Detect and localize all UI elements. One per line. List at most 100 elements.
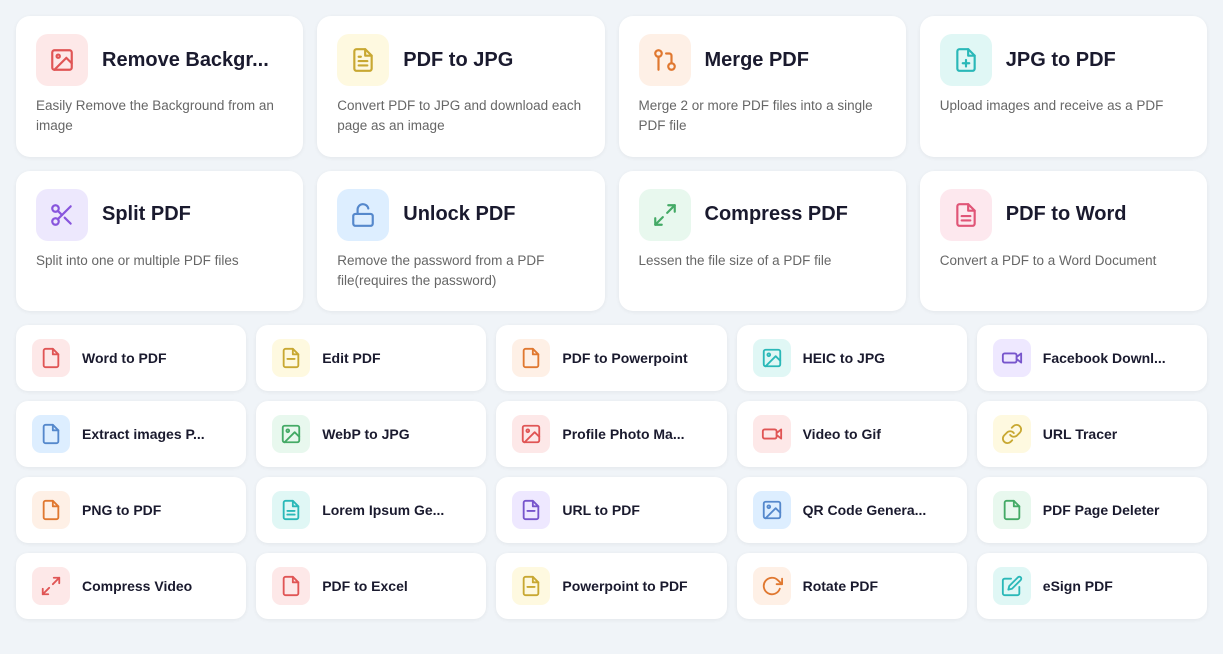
card-desc: Remove the password from a PDF file(requ… bbox=[337, 251, 584, 292]
profile-photo-ma-icon bbox=[512, 415, 550, 453]
card-header: Compress PDF bbox=[639, 189, 886, 241]
extract-images-icon bbox=[32, 415, 70, 453]
card-header: PDF to Word bbox=[940, 189, 1187, 241]
card-word-to-pdf[interactable]: Word to PDF bbox=[16, 325, 246, 391]
card-heic-to-jpg[interactable]: HEIC to JPG bbox=[737, 325, 967, 391]
card-split-pdf[interactable]: Split PDF Split into one or multiple PDF… bbox=[16, 171, 303, 312]
webp-to-jpg-icon bbox=[272, 415, 310, 453]
card-url-tracer[interactable]: URL Tracer bbox=[977, 401, 1207, 467]
small-row-2: PNG to PDF Lorem Ipsum Ge... URL to PDF … bbox=[16, 477, 1207, 543]
compress-video-icon bbox=[32, 567, 70, 605]
card-title: Merge PDF bbox=[705, 49, 809, 72]
card-header: JPG to PDF bbox=[940, 34, 1187, 86]
card-title: Split PDF bbox=[102, 203, 191, 226]
remove-background-icon bbox=[36, 34, 88, 86]
card-merge-pdf[interactable]: Merge PDF Merge 2 or more PDF files into… bbox=[619, 16, 906, 157]
card-title-sm: QR Code Genera... bbox=[803, 502, 927, 518]
url-tracer-icon bbox=[993, 415, 1031, 453]
card-esign-pdf[interactable]: eSign PDF bbox=[977, 553, 1207, 619]
word-to-pdf-icon bbox=[32, 339, 70, 377]
card-edit-pdf[interactable]: Edit PDF bbox=[256, 325, 486, 391]
split-pdf-icon bbox=[36, 189, 88, 241]
card-desc: Convert a PDF to a Word Document bbox=[940, 251, 1187, 271]
card-pdf-to-powerpoint[interactable]: PDF to Powerpoint bbox=[496, 325, 726, 391]
card-pdf-to-jpg[interactable]: PDF to JPG Convert PDF to JPG and downlo… bbox=[317, 16, 604, 157]
card-desc: Lessen the file size of a PDF file bbox=[639, 251, 886, 271]
card-title: Compress PDF bbox=[705, 203, 848, 226]
card-webp-to-jpg[interactable]: WebP to JPG bbox=[256, 401, 486, 467]
card-title-sm: URL to PDF bbox=[562, 502, 640, 518]
card-powerpoint-to-pdf[interactable]: Powerpoint to PDF bbox=[496, 553, 726, 619]
card-desc: Easily Remove the Background from an ima… bbox=[36, 96, 283, 137]
card-rotate-pdf[interactable]: Rotate PDF bbox=[737, 553, 967, 619]
card-title-sm: PDF to Powerpoint bbox=[562, 350, 687, 366]
card-header: Unlock PDF bbox=[337, 189, 584, 241]
card-pdf-to-word[interactable]: PDF to Word Convert a PDF to a Word Docu… bbox=[920, 171, 1207, 312]
card-title-sm: PDF to Excel bbox=[322, 578, 408, 594]
card-desc: Merge 2 or more PDF files into a single … bbox=[639, 96, 886, 137]
card-title-sm: Facebook Downl... bbox=[1043, 350, 1166, 366]
card-extract-images[interactable]: Extract images P... bbox=[16, 401, 246, 467]
card-title-sm: Video to Gif bbox=[803, 426, 881, 442]
card-url-to-pdf[interactable]: URL to PDF bbox=[496, 477, 726, 543]
card-header: Remove Backgr... bbox=[36, 34, 283, 86]
card-title-sm: Compress Video bbox=[82, 578, 192, 594]
card-profile-photo-ma[interactable]: Profile Photo Ma... bbox=[496, 401, 726, 467]
card-pdf-page-deleter[interactable]: PDF Page Deleter bbox=[977, 477, 1207, 543]
card-qr-code[interactable]: QR Code Genera... bbox=[737, 477, 967, 543]
esign-pdf-icon bbox=[993, 567, 1031, 605]
card-title: PDF to Word bbox=[1006, 203, 1127, 226]
card-title: Remove Backgr... bbox=[102, 49, 269, 72]
card-title-sm: WebP to JPG bbox=[322, 426, 409, 442]
card-title-sm: HEIC to JPG bbox=[803, 350, 885, 366]
card-png-to-pdf[interactable]: PNG to PDF bbox=[16, 477, 246, 543]
facebook-downl-icon bbox=[993, 339, 1031, 377]
card-title-sm: Lorem Ipsum Ge... bbox=[322, 502, 444, 518]
pdf-to-jpg-icon bbox=[337, 34, 389, 86]
card-title: JPG to PDF bbox=[1006, 49, 1116, 72]
small-row-3: Compress Video PDF to Excel Powerpoint t… bbox=[16, 553, 1207, 619]
pdf-to-powerpoint-icon bbox=[512, 339, 550, 377]
card-compress-video[interactable]: Compress Video bbox=[16, 553, 246, 619]
card-title-sm: Rotate PDF bbox=[803, 578, 878, 594]
card-pdf-to-excel[interactable]: PDF to Excel bbox=[256, 553, 486, 619]
video-to-gif-icon bbox=[753, 415, 791, 453]
pdf-page-deleter-icon bbox=[993, 491, 1031, 529]
pdf-to-excel-icon bbox=[272, 567, 310, 605]
card-header: Split PDF bbox=[36, 189, 283, 241]
compress-pdf-icon bbox=[639, 189, 691, 241]
card-lorem-ipsum[interactable]: Lorem Ipsum Ge... bbox=[256, 477, 486, 543]
rotate-pdf-icon bbox=[753, 567, 791, 605]
card-desc: Convert PDF to JPG and download each pag… bbox=[337, 96, 584, 137]
card-title: PDF to JPG bbox=[403, 49, 513, 72]
card-desc: Upload images and receive as a PDF bbox=[940, 96, 1187, 116]
edit-pdf-icon bbox=[272, 339, 310, 377]
png-to-pdf-icon bbox=[32, 491, 70, 529]
card-header: Merge PDF bbox=[639, 34, 886, 86]
lorem-ipsum-icon bbox=[272, 491, 310, 529]
card-unlock-pdf[interactable]: Unlock PDF Remove the password from a PD… bbox=[317, 171, 604, 312]
pdf-to-word-icon bbox=[940, 189, 992, 241]
card-title-sm: URL Tracer bbox=[1043, 426, 1117, 442]
card-title-sm: Extract images P... bbox=[82, 426, 205, 442]
card-title: Unlock PDF bbox=[403, 203, 515, 226]
card-title-sm: PNG to PDF bbox=[82, 502, 161, 518]
card-facebook-downl[interactable]: Facebook Downl... bbox=[977, 325, 1207, 391]
card-title-sm: Powerpoint to PDF bbox=[562, 578, 687, 594]
card-compress-pdf[interactable]: Compress PDF Lessen the file size of a P… bbox=[619, 171, 906, 312]
card-jpg-to-pdf[interactable]: JPG to PDF Upload images and receive as … bbox=[920, 16, 1207, 157]
card-title-sm: Word to PDF bbox=[82, 350, 167, 366]
heic-to-jpg-icon bbox=[753, 339, 791, 377]
jpg-to-pdf-icon bbox=[940, 34, 992, 86]
card-title-sm: Edit PDF bbox=[322, 350, 380, 366]
small-row-0: Word to PDF Edit PDF PDF to Powerpoint H… bbox=[16, 325, 1207, 391]
card-desc: Split into one or multiple PDF files bbox=[36, 251, 283, 271]
unlock-pdf-icon bbox=[337, 189, 389, 241]
qr-code-icon bbox=[753, 491, 791, 529]
card-video-to-gif[interactable]: Video to Gif bbox=[737, 401, 967, 467]
powerpoint-to-pdf-icon bbox=[512, 567, 550, 605]
card-remove-background[interactable]: Remove Backgr... Easily Remove the Backg… bbox=[16, 16, 303, 157]
card-title-sm: PDF Page Deleter bbox=[1043, 502, 1160, 518]
url-to-pdf-icon bbox=[512, 491, 550, 529]
small-row-1: Extract images P... WebP to JPG Profile … bbox=[16, 401, 1207, 467]
